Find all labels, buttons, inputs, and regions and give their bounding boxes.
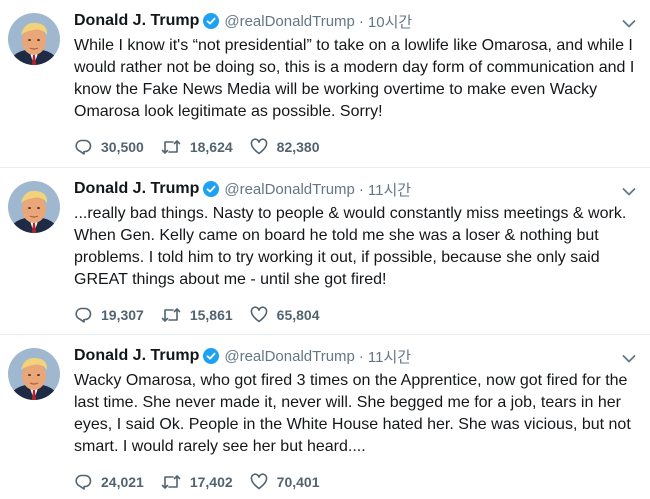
- timeline: Donald J. Trump @realDonaldTrump · 10시간 …: [0, 0, 650, 499]
- tweet-text: ...really bad things. Nasty to people & …: [74, 205, 627, 288]
- retweet-button[interactable]: 15,861: [161, 306, 233, 324]
- heart-icon: [250, 306, 267, 323]
- tweet-timestamp[interactable]: 11시간: [368, 179, 411, 200]
- retweet-count: 15,861: [189, 307, 233, 323]
- tweet-text: Wacky Omarosa, who got fired 3 times on …: [74, 372, 631, 455]
- chevron-down-icon[interactable]: [622, 351, 636, 363]
- tweet-timestamp[interactable]: 10시간: [368, 11, 412, 32]
- retweet-icon: [161, 475, 181, 489]
- like-count: 82,380: [276, 139, 320, 155]
- avatar[interactable]: [8, 348, 60, 400]
- author-handle[interactable]: @realDonaldTrump: [224, 13, 355, 30]
- separator-dot: ·: [358, 180, 364, 198]
- verified-badge-icon: [203, 181, 220, 197]
- author-handle[interactable]: @realDonaldTrump: [224, 181, 355, 198]
- separator-dot: ·: [358, 347, 364, 365]
- avatar[interactable]: [8, 181, 60, 233]
- chevron-down-icon[interactable]: [622, 16, 636, 28]
- reply-icon: [75, 474, 92, 490]
- like-count: 70,401: [276, 474, 320, 490]
- tweet-header: Donald J. Trump @realDonaldTrump · 10시간: [74, 10, 610, 32]
- heart-icon: [250, 473, 267, 490]
- reply-count: 30,500: [101, 139, 144, 155]
- reply-icon: [75, 307, 92, 323]
- reply-button[interactable]: 30,500: [74, 138, 144, 156]
- reply-button[interactable]: 24,021: [74, 473, 144, 491]
- reply-button[interactable]: 19,307: [74, 306, 144, 324]
- tweet-header: Donald J. Trump @realDonaldTrump · 11시간: [74, 345, 610, 367]
- retweet-button[interactable]: 18,624: [161, 138, 233, 156]
- avatar[interactable]: [8, 13, 60, 65]
- reply-count: 19,307: [101, 307, 144, 323]
- separator-dot: ·: [358, 12, 364, 30]
- like-count: 65,804: [276, 307, 320, 323]
- heart-icon: [250, 138, 267, 155]
- tweet-text: While I know it's “not presidential” to …: [74, 37, 635, 120]
- like-button[interactable]: 82,380: [250, 138, 320, 156]
- like-button[interactable]: 70,401: [250, 473, 320, 491]
- retweet-count: 18,624: [189, 139, 233, 155]
- retweet-icon: [161, 140, 181, 154]
- tweet[interactable]: Donald J. Trump @realDonaldTrump · 11시간 …: [0, 168, 650, 335]
- tweet-actions: 30,500 18,624 82,380: [74, 135, 335, 159]
- retweet-button[interactable]: 17,402: [161, 473, 233, 491]
- tweet-timestamp[interactable]: 11시간: [368, 346, 411, 367]
- tweet-header: Donald J. Trump @realDonaldTrump · 11시간: [74, 178, 610, 200]
- author-name[interactable]: Donald J. Trump: [74, 12, 199, 30]
- tweet-actions: 24,021 17,402 70,401: [74, 470, 335, 494]
- chevron-down-icon[interactable]: [622, 184, 636, 196]
- author-handle[interactable]: @realDonaldTrump: [224, 348, 355, 365]
- retweet-icon: [161, 308, 181, 322]
- reply-count: 24,021: [101, 474, 144, 490]
- tweet-actions: 19,307 15,861 65,804: [74, 303, 335, 327]
- verified-badge-icon: [203, 13, 220, 29]
- retweet-count: 17,402: [189, 474, 233, 490]
- verified-badge-icon: [203, 348, 220, 364]
- tweet[interactable]: Donald J. Trump @realDonaldTrump · 11시간 …: [0, 335, 650, 499]
- author-name[interactable]: Donald J. Trump: [74, 347, 199, 365]
- author-name[interactable]: Donald J. Trump: [74, 180, 199, 198]
- tweet[interactable]: Donald J. Trump @realDonaldTrump · 10시간 …: [0, 0, 650, 168]
- reply-icon: [75, 139, 92, 155]
- like-button[interactable]: 65,804: [250, 306, 320, 324]
